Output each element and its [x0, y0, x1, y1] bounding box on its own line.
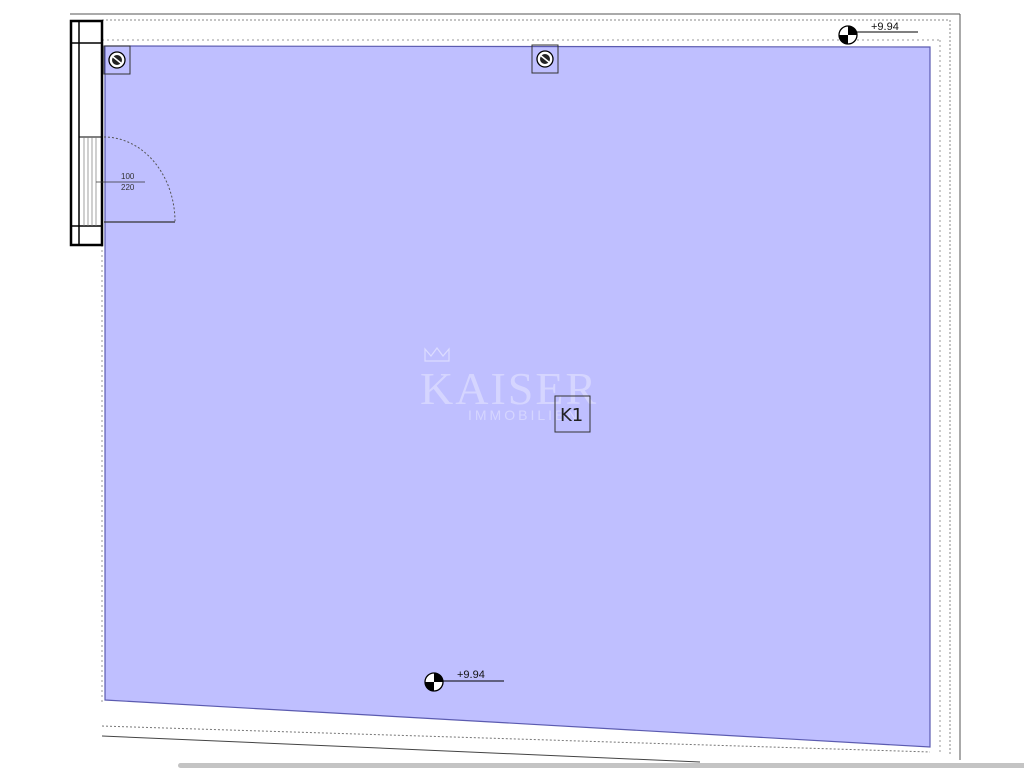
horizontal-scrollbar[interactable]: [178, 763, 1024, 768]
room-label: K1: [560, 405, 583, 426]
door-wall-element: [69, 19, 104, 247]
level-label-bottom: +9.94: [457, 669, 485, 681]
door-width-label: 100: [121, 172, 135, 181]
level-label-top: +9.94: [871, 21, 899, 33]
door-height-label: 220: [121, 183, 135, 192]
floor-plan: 100 220 +9.94 +9.94 KAISER IMMOBILIEN K1: [69, 13, 961, 763]
